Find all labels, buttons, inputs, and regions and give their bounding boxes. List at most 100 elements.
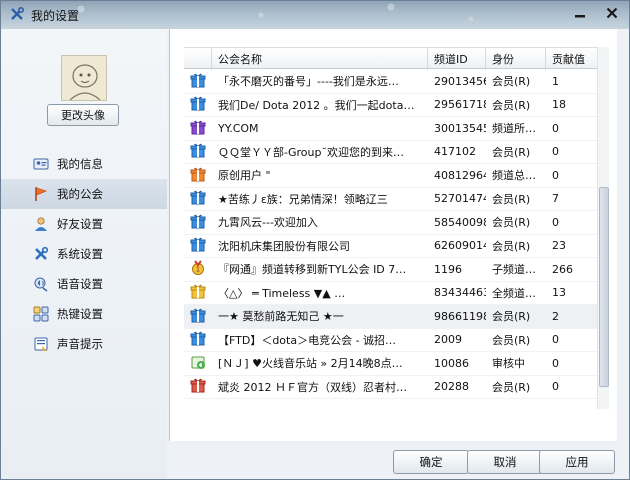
cell-channel-id: 62609014 (434, 239, 486, 253)
gift-blue-icon (190, 307, 206, 326)
cell-name: ＱＱ堂ＹＹ部-Group˘欢迎您的到来… (218, 145, 404, 159)
cell-role: 会员(R) (492, 239, 531, 253)
gift-blue-icon (190, 330, 206, 349)
row-icon-cell (184, 187, 212, 210)
column-header-name[interactable]: 公会名称 (212, 48, 428, 70)
cell-channel-id: 10086 (434, 356, 469, 370)
svg-text:1: 1 (196, 265, 200, 273)
row-icon-cell (184, 93, 212, 116)
sidebar-item-sound-alerts[interactable]: 声音提示 (1, 329, 167, 359)
close-button[interactable] (597, 3, 627, 23)
cell-role: 会员(R) (492, 192, 531, 206)
gift-blue-icon (190, 142, 206, 161)
cancel-button[interactable]: 取消 (467, 450, 543, 474)
cell-role: 会员(R) (492, 145, 531, 159)
sidebar-item-label: 好友设置 (57, 217, 103, 231)
cell-channel-id: 2009 (434, 333, 462, 347)
apply-button[interactable]: 应用 (539, 450, 615, 474)
table-row[interactable]: YY.COM 30013545 频道所… 0 (184, 117, 606, 141)
table-row[interactable]: 斌炎 2012 ＨＦ官方（双线）忍者村… 20288 会员(R) 0 (184, 375, 606, 399)
sidebar-item-voice-settings[interactable]: 语音设置 (1, 269, 167, 299)
sidebar-item-friend-settings[interactable]: 好友设置 (1, 209, 167, 239)
guild-list: 「永不磨灭的番号」----我们是永远… 29013456 会员(R) 1 我们De/ D… (184, 70, 606, 440)
cell-name: 〈△〉 ═ Timeless ▼▲ … (218, 286, 346, 300)
gift-red-icon (190, 377, 206, 396)
gift-blue-icon (190, 213, 206, 232)
cell-role: 会员(R) (492, 310, 531, 324)
sidebar-item-label: 我的公会 (57, 187, 103, 201)
table-row[interactable]: [ＮＪ] ♥火线音乐站 » 2月14晚8点… 10086 审核中 0 (184, 352, 606, 376)
dialog-footer: 确定 取消 应用 (169, 441, 629, 479)
flag-icon (33, 186, 49, 202)
sidebar-item-label: 热键设置 (57, 307, 103, 321)
table-row[interactable]: 「永不磨灭的番号」----我们是永远… 29013456 会员(R) 1 (184, 70, 606, 94)
gift-blue-icon (190, 72, 206, 91)
row-icon-cell (184, 164, 212, 187)
sidebar-item-label: 系统设置 (57, 247, 103, 261)
row-icon-cell (184, 352, 212, 375)
cell-channel-id: 20288 (434, 380, 469, 394)
minimize-button[interactable] (567, 3, 593, 23)
cell-channel-id: 29013456 (434, 74, 486, 88)
sidebar-item-my-info[interactable]: 我的信息 (1, 149, 167, 179)
row-icon-cell (184, 281, 212, 304)
row-icon-cell (184, 211, 212, 234)
tools-app-icon (9, 6, 25, 22)
sidebar-nav: 我的信息 我的公会 好友设置 系统设置 语音设置 热键设置 声音提示 (1, 149, 167, 359)
avatar (61, 55, 107, 101)
column-header-icon[interactable] (184, 48, 212, 70)
scrollbar-thumb[interactable] (599, 187, 609, 387)
table-row[interactable]: 1 『网通』频道转移到新TYL公会 ID 7… 1196 子频道… 266 (184, 258, 606, 282)
table-row[interactable]: 【FTD】＜dota＞电竞公会 - 诚招… 2009 会员(R) 0 (184, 329, 606, 352)
row-icon-cell (184, 305, 212, 328)
settings-sidebar: 更改头像 我的信息 我的公会 好友设置 系统设置 语音设置 热键设置 声音提示 (1, 29, 167, 479)
ok-button[interactable]: 确定 (393, 450, 469, 474)
gift-blue-icon (190, 189, 206, 208)
table-row[interactable]: 〈△〉 ═ Timeless ▼▲ … 83434463 全频道… 13 (184, 281, 606, 305)
sidebar-item-my-guild[interactable]: 我的公会 (1, 179, 167, 209)
cell-role: 会员(R) (492, 333, 531, 347)
table-row[interactable]: 原创用户 " 40812964 频道总… 0 (184, 164, 606, 188)
gift-orange-icon (190, 166, 206, 185)
table-row[interactable]: 沈阳机床集团股份有限公司 62609014 会员(R) 23 (184, 235, 606, 258)
cell-role: 子频道… (492, 263, 536, 277)
table-row[interactable]: ★苦练丿ε族：兄弟情深！领略辽三 52701474 会员(R) 7 (184, 187, 606, 211)
cell-name: 【FTD】＜dota＞电竞公会 - 诚招… (218, 333, 397, 347)
sidebar-item-label: 我的信息 (57, 157, 103, 171)
table-row[interactable]: 一★ 莫愁前路无知己 ★一 98661198 会员(R) 2 (184, 305, 606, 329)
cell-role: 会员(R) (492, 380, 531, 394)
table-row[interactable]: 我们De/ Dota 2012 。我们一起dota… 29561718 会员(R) 1… (184, 93, 606, 117)
table-header: 公会名称 频道ID 身份 贡献值 (184, 47, 606, 70)
cell-role: 全频道… (492, 286, 536, 300)
cell-channel-id: 29561718 (434, 98, 486, 112)
cell-name: 九霄风云---欢迎加入 (218, 216, 318, 230)
gift-purple-icon (190, 119, 206, 138)
row-icon-cell (184, 70, 212, 93)
cell-channel-id: 83434463 (434, 286, 486, 300)
column-header-channel-id[interactable]: 频道ID (428, 48, 486, 70)
cell-channel-id: 98661198 (434, 309, 486, 323)
gift-yellow-icon (190, 283, 206, 302)
gift-blue-icon (190, 95, 206, 114)
cell-name: ★苦练丿ε族：兄弟情深！领略辽三 (218, 192, 388, 206)
cell-channel-id: 30013545 (434, 121, 486, 135)
row-icon-cell (184, 140, 212, 163)
vertical-scrollbar[interactable] (597, 47, 609, 409)
sidebar-item-label: 声音提示 (57, 337, 103, 351)
column-header-role[interactable]: 身份 (486, 48, 546, 70)
cell-name: 原创用户 " (218, 169, 271, 183)
title-bar[interactable]: 我的设置 (1, 1, 629, 29)
cell-channel-id: 52701474 (434, 192, 486, 206)
sidebar-item-system-settings[interactable]: 系统设置 (1, 239, 167, 269)
cell-name: 一★ 莫愁前路无知己 ★一 (218, 310, 344, 324)
change-avatar-button[interactable]: 更改头像 (47, 104, 119, 126)
gift-blue-icon (190, 236, 206, 255)
cell-name: 沈阳机床集团股份有限公司 (218, 239, 350, 253)
row-icon-cell (184, 375, 212, 398)
table-row[interactable]: 九霄风云---欢迎加入 58540098 会员(R) 0 (184, 211, 606, 235)
sidebar-item-hotkey-settings[interactable]: 热键设置 (1, 299, 167, 329)
cell-name: 『网通』频道转移到新TYL公会 ID 7… (218, 263, 407, 277)
table-row[interactable]: ＱＱ堂ＹＹ部-Group˘欢迎您的到来… 417102 会员(R) 0 (184, 140, 606, 164)
cell-role: 会员(R) (492, 216, 531, 230)
cell-name: YY.COM (218, 121, 259, 135)
